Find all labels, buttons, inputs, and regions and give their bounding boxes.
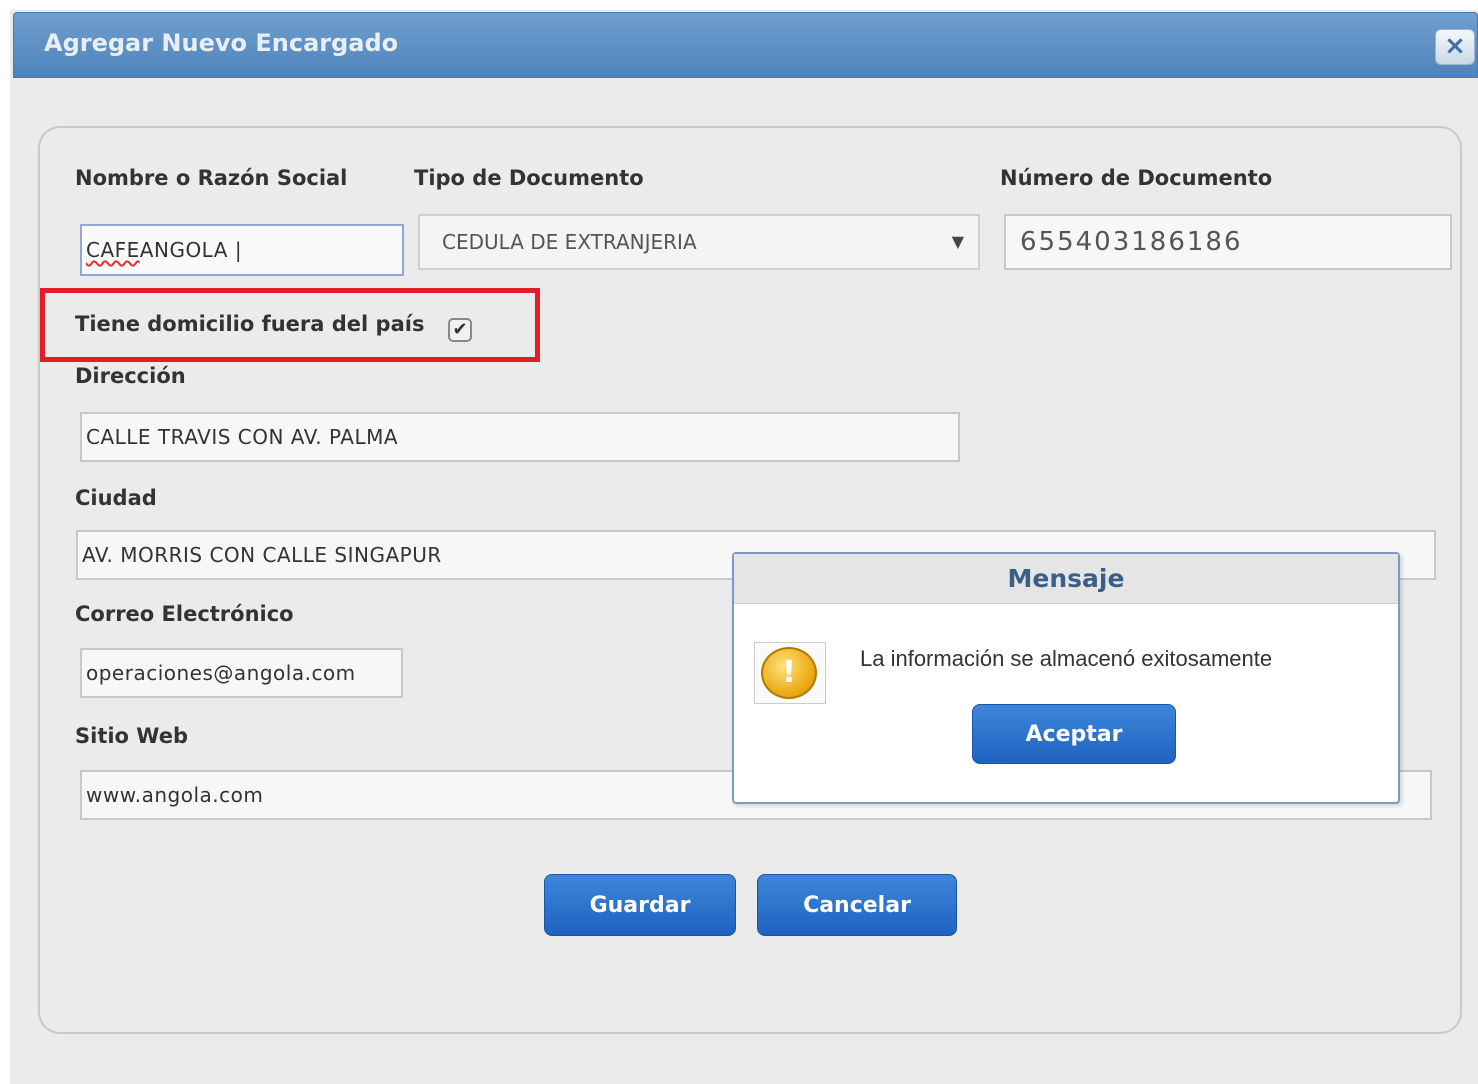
tipo-documento-select[interactable]: CEDULA DE EXTRANJERIA ▼ <box>418 214 980 270</box>
correo-label: Correo Electrónico <box>75 602 294 626</box>
direccion-label: Dirección <box>75 364 186 388</box>
sitio-web-value: www.angola.com <box>86 783 264 807</box>
domicilio-highlight-box <box>40 288 540 362</box>
message-dialog: Mensaje ! La información se almacenó exi… <box>732 552 1400 804</box>
dialog-title: Agregar Nuevo Encargado <box>44 29 399 57</box>
warning-icon: ! <box>761 647 817 699</box>
guardar-button[interactable]: Guardar <box>544 874 736 936</box>
tipo-documento-value: CEDULA DE EXTRANJERIA <box>442 230 697 254</box>
correo-value: operaciones@angola.com <box>86 661 356 685</box>
message-title: Mensaje <box>734 554 1398 604</box>
cancelar-button[interactable]: Cancelar <box>757 874 957 936</box>
numero-documento-label: Número de Documento <box>1000 166 1273 190</box>
direccion-input[interactable]: CALLE TRAVIS CON AV. PALMA <box>80 412 960 462</box>
nombre-label: Nombre o Razón Social <box>75 166 348 190</box>
add-manager-dialog: Agregar Nuevo Encargado × Nombre o Razón… <box>10 10 1478 1084</box>
numero-documento-value: 655403186186 <box>1020 227 1243 257</box>
sitio-web-label: Sitio Web <box>75 724 188 748</box>
correo-input[interactable]: operaciones@angola.com <box>80 648 403 698</box>
numero-documento-input[interactable]: 655403186186 <box>1004 214 1452 270</box>
message-text: La información se almacenó exitosamente <box>860 646 1273 671</box>
nombre-input[interactable]: CAFE ANGOLA | <box>80 224 404 276</box>
direccion-value: CALLE TRAVIS CON AV. PALMA <box>86 425 399 449</box>
nombre-value-spellcheck: CAFE <box>86 238 140 262</box>
ciudad-value: AV. MORRIS CON CALLE SINGAPUR <box>82 543 442 567</box>
nombre-value-rest: ANGOLA | <box>139 238 243 262</box>
aceptar-button[interactable]: Aceptar <box>972 704 1176 764</box>
warning-icon-frame: ! <box>754 642 826 704</box>
dialog-titlebar: Agregar Nuevo Encargado × <box>13 12 1478 78</box>
close-icon[interactable]: × <box>1435 29 1475 65</box>
tipo-documento-label: Tipo de Documento <box>414 166 644 190</box>
ciudad-label: Ciudad <box>75 486 157 510</box>
chevron-down-icon: ▼ <box>951 232 964 251</box>
